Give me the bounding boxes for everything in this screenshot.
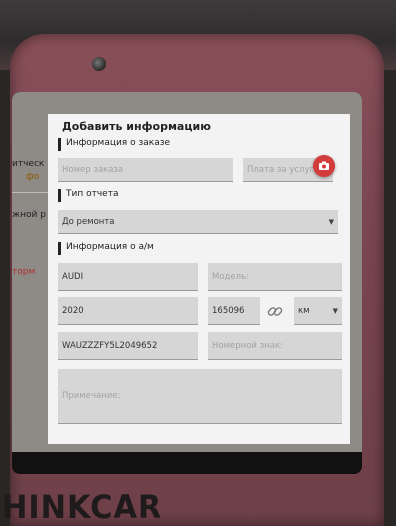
screen-bottom-bezel (12, 452, 362, 474)
background-item-2-label: фо (26, 172, 40, 182)
link-icon[interactable] (266, 302, 284, 320)
device-brand-logo: HINKCAR (2, 488, 163, 526)
dropdown-caret-icon: ▼ (328, 217, 334, 226)
dropdown-caret-icon: ▼ (332, 306, 338, 315)
background-divider (12, 192, 48, 193)
section-marker (58, 189, 61, 202)
report-type-select[interactable]: До ремонта ▼ (58, 210, 338, 234)
device-camera-lens (92, 57, 106, 71)
section-marker (58, 138, 61, 151)
year-input[interactable]: 2020 (58, 297, 198, 325)
mileage-input[interactable]: 165096 (208, 297, 260, 325)
device-screen: итческ фо жной р торм Добавить информаци… (12, 92, 362, 474)
report-type-value: До ремонта (62, 216, 115, 227)
model-input[interactable]: Модель: (208, 263, 342, 291)
mileage-unit-select[interactable]: км ▼ (294, 297, 342, 325)
section-vehicle-info-label: Информация о а/м (66, 242, 154, 252)
make-input[interactable]: AUDI (58, 263, 198, 291)
section-order-info-label: Информация о заказе (66, 138, 171, 148)
background-item-4: торм (12, 267, 36, 277)
plate-number-input[interactable]: Номерной знак: (208, 332, 342, 360)
camera-icon (319, 161, 329, 170)
mileage-unit-value: км (298, 305, 310, 316)
add-info-dialog: Добавить информацию Информация о заказе … (48, 114, 350, 444)
note-textarea[interactable]: Примечание: (58, 369, 342, 424)
background-item-1: итческ (12, 159, 45, 169)
background-item-3: жной р (12, 210, 46, 220)
order-number-input[interactable]: Номер заказа (58, 158, 233, 182)
section-marker (58, 242, 61, 255)
dialog-title: Добавить информацию (62, 120, 211, 133)
background-item-2: фо (26, 172, 39, 182)
vin-input[interactable]: WAUZZZFY5L2049652 (58, 332, 198, 360)
camera-button[interactable] (313, 155, 335, 177)
section-report-type-label: Тип отчета (66, 189, 119, 199)
